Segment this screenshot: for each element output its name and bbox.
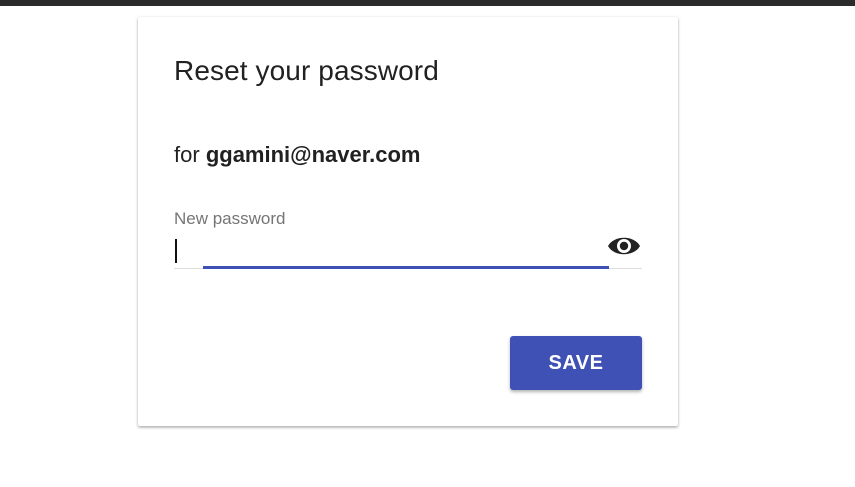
eye-icon[interactable]: [606, 233, 642, 259]
browser-top-bar: [0, 0, 855, 6]
reset-password-card: Reset your password for ggamini@naver.co…: [138, 17, 678, 426]
account-email: ggamini@naver.com: [205, 142, 421, 167]
new-password-label: New password: [174, 209, 286, 228]
for-prefix: for: [174, 142, 200, 167]
save-button[interactable]: SAVE: [510, 336, 642, 390]
text-cursor: [175, 239, 177, 263]
input-focus-underline: [203, 266, 609, 269]
page-title: Reset your password: [174, 55, 439, 86]
eye-icon-graphic: [608, 237, 640, 255]
new-password-input[interactable]: [174, 235, 604, 267]
account-email-line: for ggamini@naver.com: [174, 142, 420, 168]
